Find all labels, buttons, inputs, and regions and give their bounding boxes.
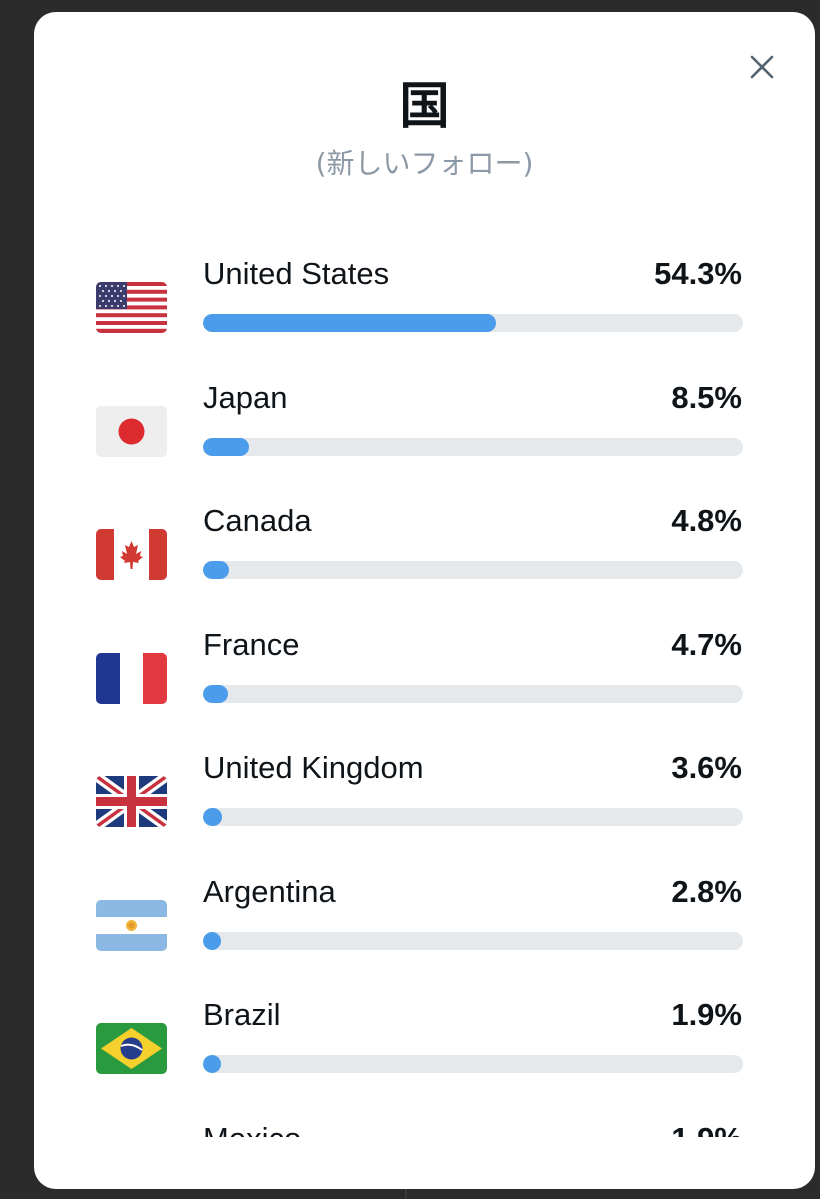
progress-fill [203, 684, 229, 703]
progress-fill [203, 561, 229, 579]
backdrop-divider [405, 1188, 407, 1199]
country-percent: 1.9% [671, 997, 742, 1032]
progress-track [203, 931, 743, 950]
progress-fill [203, 314, 497, 332]
modal-subtitle: (新しいフォロー) [315, 147, 534, 180]
progress-track [203, 437, 743, 456]
country-name: Japan [203, 379, 288, 415]
country-percent: 3.6% [671, 750, 742, 785]
canada-flag-icon [96, 529, 167, 580]
list-item: United Kingdom 3.6% [34, 746, 815, 870]
list-item: France 4.7% [34, 623, 815, 747]
list-item: Canada 4.8% [34, 499, 815, 623]
country-name: Argentina [203, 873, 336, 909]
country-name: Canada [203, 503, 312, 538]
argentina-flag-icon [96, 899, 167, 951]
country-percent: 4.7% [671, 626, 742, 662]
progress-track [203, 1055, 743, 1073]
country-list: United States 54.3% Japan 8.5% Canada 4.… [34, 252, 815, 1137]
country-name: Mexico [203, 1119, 301, 1138]
progress-track [203, 561, 743, 579]
list-item: United States 54.3% [34, 252, 815, 376]
country-name: Brazil [203, 997, 281, 1032]
country-stats-modal: 国 (新しいフォロー) United States 54.3% Japan 8.… [34, 12, 815, 1189]
japan-flag-icon [96, 405, 167, 457]
france-flag-icon [96, 652, 167, 704]
country-name: France [203, 626, 300, 662]
country-percent: 1.9% [671, 1119, 742, 1138]
progress-fill [203, 808, 223, 826]
brazil-flag-icon [96, 1023, 167, 1074]
country-percent: 4.8% [671, 503, 742, 538]
country-percent: 8.5% [671, 379, 742, 415]
list-item: Brazil 1.9% [34, 993, 815, 1117]
progress-track [203, 314, 743, 332]
modal-title: 国 [399, 77, 450, 135]
list-item: Mexico 1.9% [34, 1117, 815, 1138]
list-item: Argentina 2.8% [34, 870, 815, 994]
progress-track [203, 684, 743, 703]
country-percent: 2.8% [671, 873, 742, 909]
uk-flag-icon [96, 776, 167, 827]
list-item: Japan 8.5% [34, 376, 815, 500]
country-name: United States [203, 256, 390, 291]
progress-fill [203, 931, 221, 950]
country-name: United Kingdom [203, 750, 424, 785]
us-flag-icon [96, 282, 167, 333]
country-percent: 54.3% [654, 256, 742, 291]
progress-fill [203, 1055, 221, 1073]
progress-track [203, 808, 743, 826]
progress-fill [203, 437, 249, 456]
